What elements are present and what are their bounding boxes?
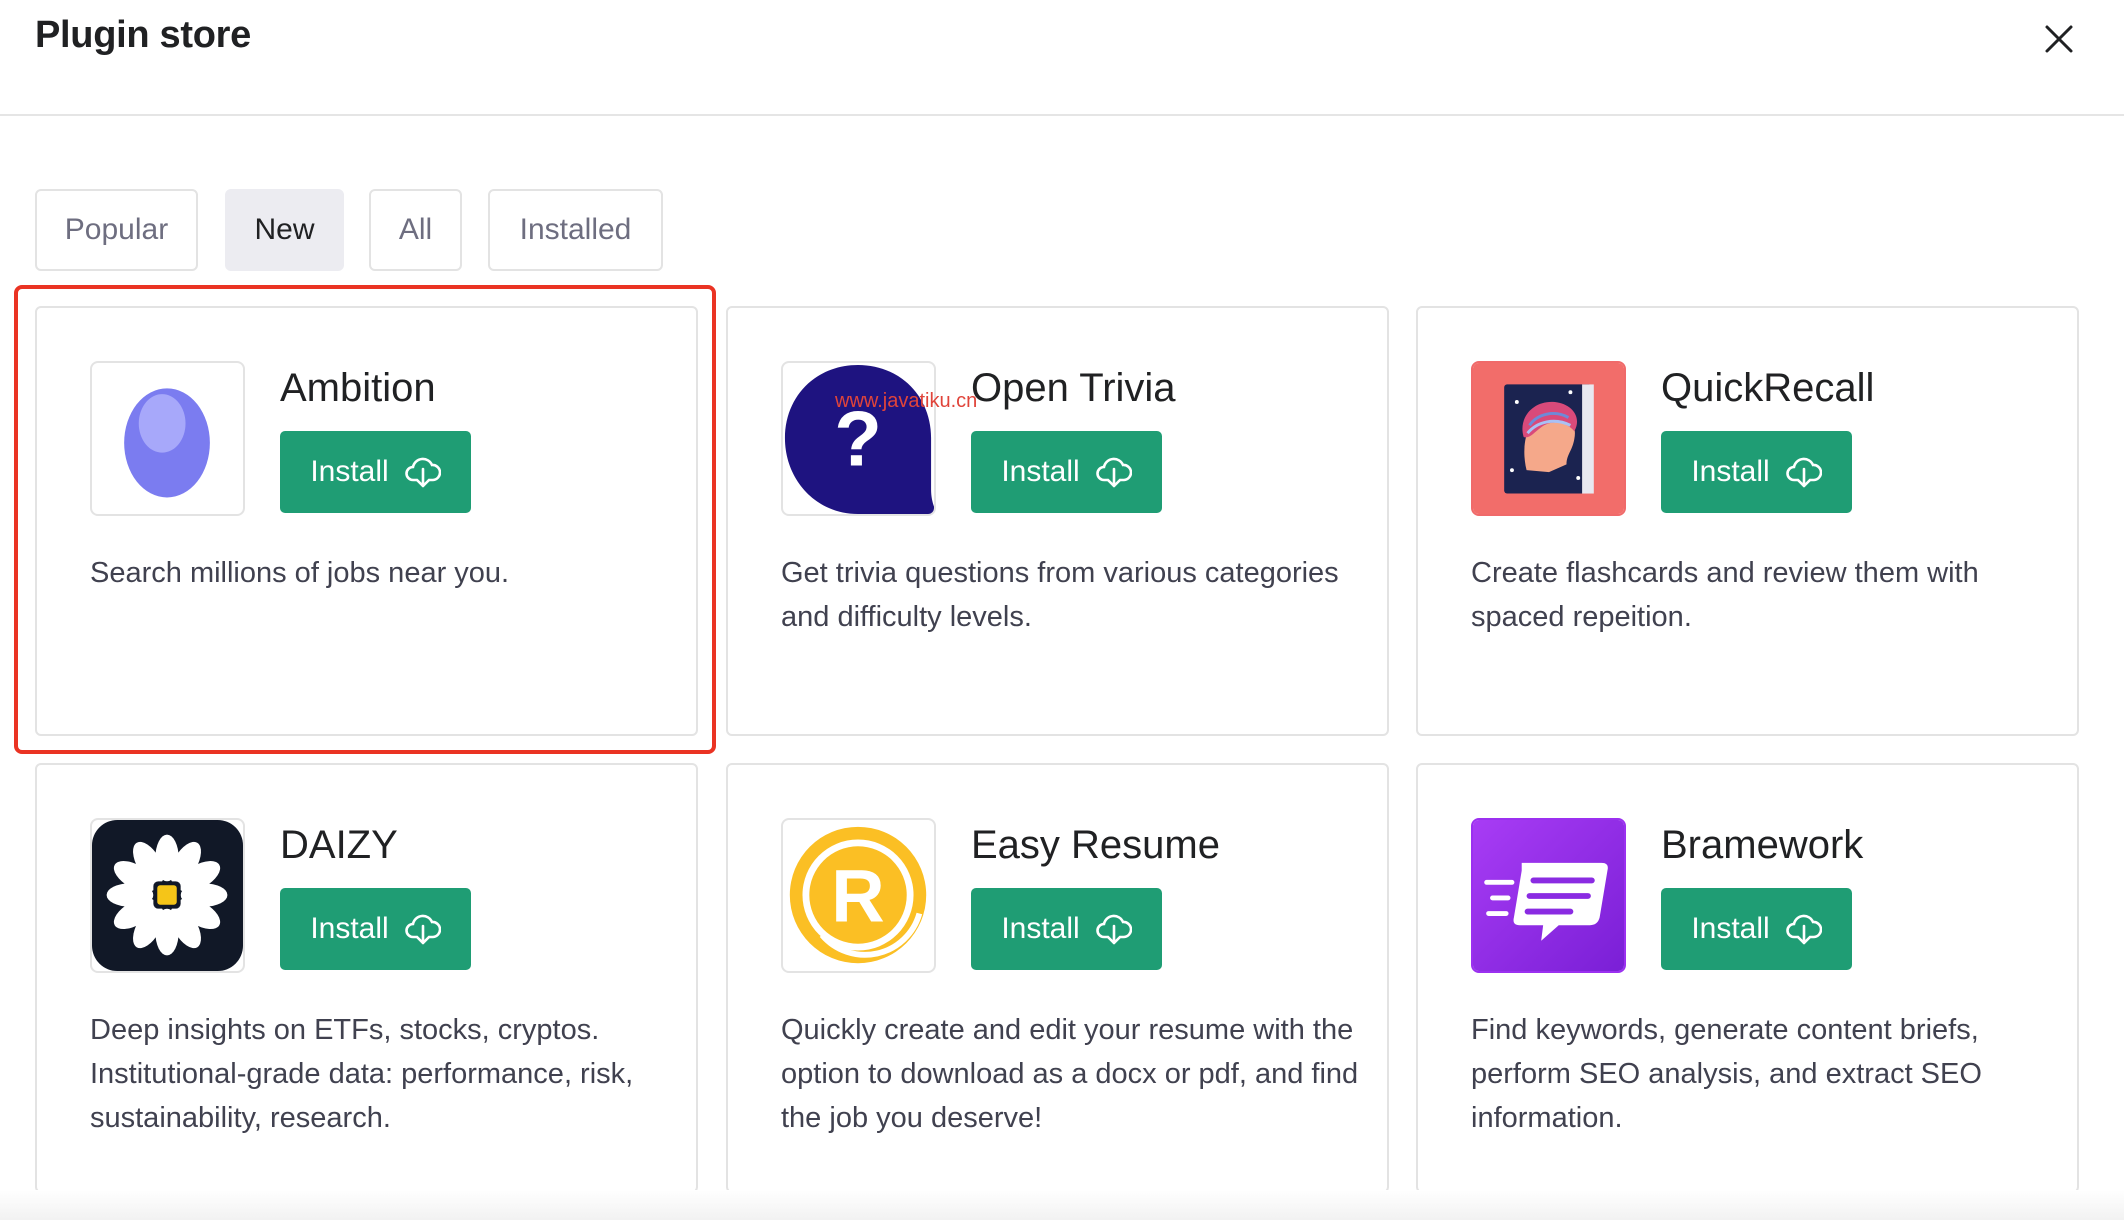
plugin-logo <box>1471 361 1626 516</box>
plugin-card-quickrecall: QuickRecall Install Create flashcards an… <box>1416 306 2079 736</box>
plugin-card-ambition: Ambition Install Search millions of jobs… <box>35 306 698 736</box>
egg-icon <box>124 388 210 498</box>
daisy-flower-icon <box>92 820 243 971</box>
plugin-description: Quickly create and edit your resume with… <box>781 1014 1359 1134</box>
plugin-card-bramework: Bramework Install Find keywords, generat… <box>1416 763 2079 1193</box>
plugin-card-easy-resume: R Easy Resume Install Quickly create and… <box>726 763 1389 1193</box>
plugin-description: Create flashcards and review them with s… <box>1471 557 1979 633</box>
page-title: Plugin store <box>35 14 251 56</box>
plugin-name: Open Trivia <box>971 366 1176 410</box>
modal-header: Plugin store <box>0 0 2124 116</box>
svg-text:R: R <box>831 854 884 937</box>
plugin-description: Deep insights on ETFs, stocks, cryptos. … <box>90 1014 634 1134</box>
install-label: Install <box>1691 455 1770 488</box>
plugin-name: Bramework <box>1661 823 1864 867</box>
plugin-logo <box>1471 818 1626 973</box>
tab-all[interactable]: All <box>369 189 462 271</box>
plugin-name: DAIZY <box>280 823 398 867</box>
cloud-download-icon <box>1095 457 1132 488</box>
speech-bubble-lines-icon <box>1473 820 1624 971</box>
tab-installed[interactable]: Installed <box>488 189 663 271</box>
plugin-logo: ? <box>781 361 936 516</box>
cloud-download-icon <box>1785 914 1822 945</box>
bottom-shadow <box>0 1190 2124 1220</box>
cloud-download-icon <box>1785 457 1822 488</box>
resume-r-icon: R <box>789 826 927 964</box>
plugin-description: Find keywords, generate content briefs, … <box>1471 1014 1982 1134</box>
install-button[interactable]: Install <box>280 888 471 970</box>
cloud-download-icon <box>404 457 441 488</box>
flashcard-book-icon <box>1473 363 1624 514</box>
watermark: www.javatiku.cn <box>835 390 978 412</box>
install-label: Install <box>1691 912 1770 945</box>
plugin-card-daizy: DAIZY Install Deep insights on ETFs, sto… <box>35 763 698 1193</box>
plugin-description: Search millions of jobs near you. <box>90 557 510 589</box>
install-button[interactable]: Install <box>1661 888 1852 970</box>
close-icon <box>2045 25 2073 53</box>
tab-new[interactable]: New <box>225 189 344 271</box>
install-button[interactable]: Install <box>1661 431 1852 513</box>
plugin-name: Easy Resume <box>971 823 1220 867</box>
plugin-name: Ambition <box>280 366 436 410</box>
plugin-logo <box>90 818 245 973</box>
plugin-logo <box>90 361 245 516</box>
plugin-card-open-trivia: ? Open Trivia Install Get trivia questio… <box>726 306 1389 736</box>
install-button[interactable]: Install <box>971 888 1162 970</box>
plugin-logo: R <box>781 818 936 973</box>
install-label: Install <box>1001 455 1080 488</box>
close-button[interactable] <box>2034 14 2084 64</box>
cloud-download-icon <box>1095 914 1132 945</box>
install-label: Install <box>310 912 389 945</box>
plugin-description: Get trivia questions from various catego… <box>781 557 1339 633</box>
install-label: Install <box>310 455 389 488</box>
question-bubble-icon: ? <box>784 364 934 514</box>
install-button[interactable]: Install <box>971 431 1162 513</box>
install-button[interactable]: Install <box>280 431 471 513</box>
plugin-name: QuickRecall <box>1661 366 1875 410</box>
tab-popular[interactable]: Popular <box>35 189 198 271</box>
cloud-download-icon <box>404 914 441 945</box>
install-label: Install <box>1001 912 1080 945</box>
